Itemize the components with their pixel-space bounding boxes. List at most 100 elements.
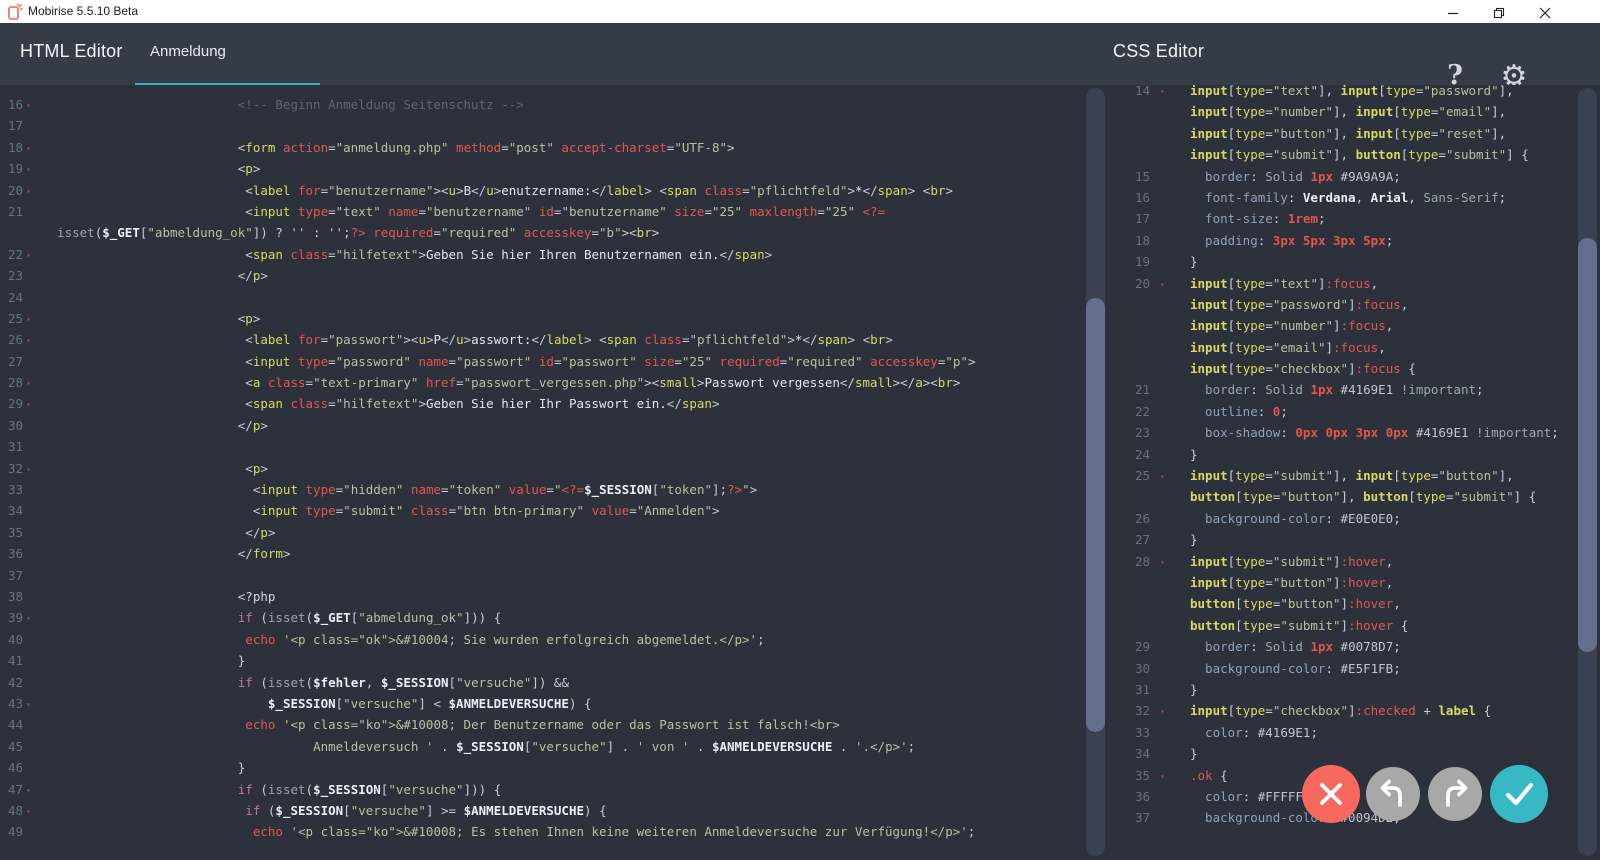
fold-triangle-icon[interactable]: ▾ [26,373,31,394]
code-line-41[interactable]: 41} [0,650,1086,671]
code-line-43[interactable]: 43 ▾ $_SESSION["versuche"] < $ANMELDEVERSU… [0,693,1086,714]
discard-button[interactable] [1302,765,1360,823]
fold-triangle-icon[interactable]: ▾ [1160,466,1165,487]
code-line-16[interactable]: 16 ▾ <!-- Beginn Anmeldung Seitenschutz --… [0,94,1086,115]
code-line-28-wrap[interactable]: button[type="button"]:hover, [1105,593,1578,614]
code-line-24[interactable]: 24 [0,287,1086,308]
fold-triangle-icon[interactable]: ▾ [26,245,31,266]
fold-triangle-icon[interactable]: ▾ [26,181,31,202]
code-line-42[interactable]: 42 if (isset($fehler, $_SESSION["versuche… [0,672,1086,693]
code-line-34[interactable]: 34 <input type="submit" class="btn btn-pr… [0,500,1086,521]
code-line-20-wrap[interactable]: input[type="password"]:focus, [1105,294,1578,315]
code-line-23[interactable]: 23 box-shadow: 0px 0px 3px 0px #4169E1 !i… [1105,422,1578,443]
code-line-14-wrap[interactable]: input[type="submit"], button[type="submi… [1105,144,1578,165]
code-line-19[interactable]: 19 ▾ <p> [0,158,1086,179]
minimize-button[interactable] [1430,0,1476,23]
undo-button[interactable] [1366,767,1420,821]
code-line-33[interactable]: 33 <input type="hidden" name="token" valu… [0,479,1086,500]
code-line-49[interactable]: 49 echo '<p class="ko">&#10008; Es stehen… [0,821,1086,842]
fold-triangle-icon[interactable]: ▾ [26,694,31,715]
code-line-34[interactable]: 34} [1105,743,1578,764]
fold-triangle-icon[interactable]: ▾ [26,309,31,330]
html-code-editor[interactable]: 16 ▾ <!-- Beginn Anmeldung Seitenschutz --… [0,85,1086,860]
code-line-24[interactable]: 24} [1105,444,1578,465]
code-line-35[interactable]: 35 </p> [0,522,1086,543]
code-line-14-wrap[interactable]: input[type="number"], input[type="email"… [1105,101,1578,122]
scrollbar-thumb[interactable] [1086,298,1105,732]
code-line-45[interactable]: 45 Anmeldeversuch ' . $_SESSION["versuche… [0,736,1086,757]
code-line-25[interactable]: 25 ▾ <p> [0,308,1086,329]
code-line-28[interactable]: 28 ▾ <a class="text-primary" href="passwor… [0,372,1086,393]
code-line-40[interactable]: 40 echo '<p class="ok">&#10004; Sie wurde… [0,629,1086,650]
close-window-button[interactable] [1522,0,1568,23]
code-line-21-wrap[interactable]: isset($_GET["abmeldung_ok"]) ? '' : '';?… [0,222,1086,243]
code-line-31[interactable]: 31} [1105,679,1578,700]
code-line-18[interactable]: 18 ▾ <form action="anmeldung.php" method="… [0,137,1086,158]
code-line-36[interactable]: 36 </form> [0,543,1086,564]
code-line-27[interactable]: 27 <input type="password" name="passwort"… [0,351,1086,372]
fold-triangle-icon[interactable]: ▾ [26,394,31,415]
restore-button[interactable] [1476,0,1522,23]
apply-button[interactable] [1490,765,1548,823]
code-line-38[interactable]: 38 <?php [0,586,1086,607]
fold-triangle-icon[interactable]: ▾ [1160,85,1165,102]
code-line-39[interactable]: 39 ▾ if (isset($_GET["abmeldung_ok"])) { [0,607,1086,628]
redo-button[interactable] [1428,767,1482,821]
code-line-26[interactable]: 26 background-color: #E0E0E0; [1105,508,1578,529]
code-line-47[interactable]: 47 ▾ if (isset($_SESSION["versuche"])) { [0,779,1086,800]
code-line-22[interactable]: 22 ▾ <span class="hilfetext">Geben Sie hie… [0,244,1086,265]
code-line-30[interactable]: 30 </p> [0,415,1086,436]
fold-triangle-icon[interactable]: ▾ [1160,552,1165,573]
fold-triangle-icon[interactable]: ▾ [1160,766,1165,787]
fold-triangle-icon[interactable]: ▾ [26,330,31,351]
code-line-14[interactable]: 14 ▾ input[type="text"], input[type="passw… [1105,85,1578,101]
code-line-19[interactable]: 19} [1105,251,1578,272]
code-line-48[interactable]: 48 ▾ if ($_SESSION["versuche"] >= $ANMELDE… [0,800,1086,821]
code-line-28-wrap[interactable]: button[type="submit"]:hover { [1105,615,1578,636]
code-line-33[interactable]: 33 color: #4169E1; [1105,722,1578,743]
code-line-20[interactable]: 20 ▾ <label for="benutzername"><u>B</u>enu… [0,180,1086,201]
code-line-25[interactable]: 25 ▾ input[type="submit"], input[type="but… [1105,465,1578,486]
code-line-16[interactable]: 16 font-family: Verdana, Arial, Sans-Seri… [1105,187,1578,208]
code-line-21[interactable]: 21 <input type="text" name="benutzername"… [0,201,1086,222]
code-line-22[interactable]: 22 outline: 0; [1105,401,1578,422]
fold-triangle-icon[interactable]: ▾ [26,159,31,180]
code-line-25-wrap[interactable]: button[type="button"], button[type="subm… [1105,486,1578,507]
code-line-44[interactable]: 44 echo '<p class="ko">&#10008; Der Benut… [0,714,1086,735]
tab-anmeldung[interactable]: Anmeldung [135,23,320,85]
css-editor-right-scrollbar[interactable] [1578,88,1597,856]
code-line-20-wrap[interactable]: input[type="number"]:focus, [1105,315,1578,336]
code-line-26[interactable]: 26 ▾ <label for="passwort"><u>P</u>asswort… [0,329,1086,350]
code-line-46[interactable]: 46} [0,757,1086,778]
code-line-18[interactable]: 18 padding: 3px 5px 3px 5px; [1105,230,1578,251]
fold-triangle-icon[interactable]: ▾ [1160,701,1165,722]
code-line-29[interactable]: 29 border: Solid 1px #0078D7; [1105,636,1578,657]
code-line-14-wrap[interactable]: input[type="button"], input[type="reset"… [1105,123,1578,144]
code-line-17[interactable]: 17 [0,115,1086,136]
css-code-editor[interactable]: 14 ▾ input[type="text"], input[type="passw… [1105,85,1578,860]
code-line-20[interactable]: 20 ▾ input[type="text"]:focus, [1105,273,1578,294]
code-line-21[interactable]: 21 border: Solid 1px #4169E1 !important; [1105,379,1578,400]
code-line-32[interactable]: 32 ▾ <p> [0,458,1086,479]
code-line-28[interactable]: 28 ▾ input[type="submit"]:hover, [1105,551,1578,572]
fold-triangle-icon[interactable]: ▾ [26,138,31,159]
code-line-23[interactable]: 23 </p> [0,265,1086,286]
code-line-27[interactable]: 27} [1105,529,1578,550]
css-editor-left-scrollbar[interactable] [1086,88,1105,856]
code-line-32[interactable]: 32 ▾ input[type="checkbox"]:checked + labe… [1105,700,1578,721]
fold-triangle-icon[interactable]: ▾ [26,801,31,822]
fold-triangle-icon[interactable]: ▾ [1160,274,1165,295]
fold-triangle-icon[interactable]: ▾ [26,608,31,629]
fold-triangle-icon[interactable]: ▾ [26,780,31,801]
code-line-37[interactable]: 37 [0,565,1086,586]
code-line-15[interactable]: 15 border: Solid 1px #9A9A9A; [1105,166,1578,187]
code-line-17[interactable]: 17 font-size: 1rem; [1105,208,1578,229]
code-line-31[interactable]: 31 [0,436,1086,457]
fold-triangle-icon[interactable]: ▾ [26,459,31,480]
code-line-20-wrap[interactable]: input[type="email"]:focus, [1105,337,1578,358]
code-line-20-wrap[interactable]: input[type="checkbox"]:focus { [1105,358,1578,379]
code-line-30[interactable]: 30 background-color: #E5F1FB; [1105,658,1578,679]
code-line-28-wrap[interactable]: input[type="button"]:hover, [1105,572,1578,593]
fold-triangle-icon[interactable]: ▾ [26,95,31,116]
scrollbar-thumb[interactable] [1578,238,1597,652]
